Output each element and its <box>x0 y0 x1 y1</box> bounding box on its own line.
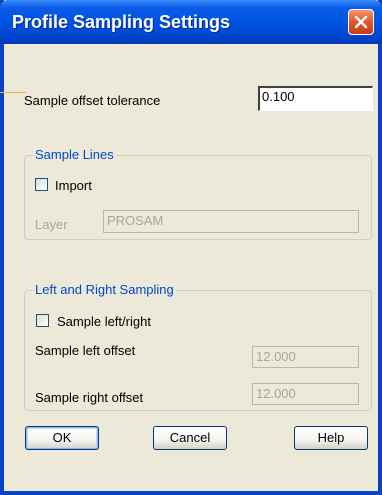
title-bar[interactable]: Profile Sampling Settings <box>0 0 382 44</box>
layer-label: Layer <box>35 217 68 232</box>
import-checkbox[interactable] <box>35 178 48 191</box>
close-icon <box>354 15 368 29</box>
sample-right-offset-input[interactable]: 12.000 <box>252 383 359 405</box>
sample-left-offset-input[interactable]: 12.000 <box>252 346 359 368</box>
sample-right-offset-label: Sample right offset <box>35 390 144 405</box>
sample-left-right-checkbox[interactable] <box>36 314 49 327</box>
decorative-accent-line <box>0 92 26 93</box>
dialog-client-area: Sample offset tolerance 0.100 Sample Lin… <box>0 44 378 491</box>
cancel-button[interactable]: Cancel <box>153 426 227 450</box>
tolerance-input[interactable]: 0.100 <box>258 86 373 111</box>
left-right-sampling-group-title: Left and Right Sampling <box>33 282 176 297</box>
ok-button[interactable]: OK <box>25 426 99 450</box>
dialog-window: Profile Sampling Settings Sample offset … <box>0 0 382 495</box>
sample-left-offset-label: Sample left offset <box>35 343 136 358</box>
sample-left-right-label[interactable]: Sample left/right <box>57 314 151 329</box>
help-button[interactable]: Help <box>294 426 368 450</box>
sample-lines-group-title: Sample Lines <box>33 147 116 162</box>
tolerance-label: Sample offset tolerance <box>24 93 161 108</box>
import-label[interactable]: Import <box>55 178 92 193</box>
close-button[interactable] <box>348 9 374 35</box>
layer-input[interactable]: PROSAM <box>103 210 359 233</box>
window-title: Profile Sampling Settings <box>12 12 231 32</box>
